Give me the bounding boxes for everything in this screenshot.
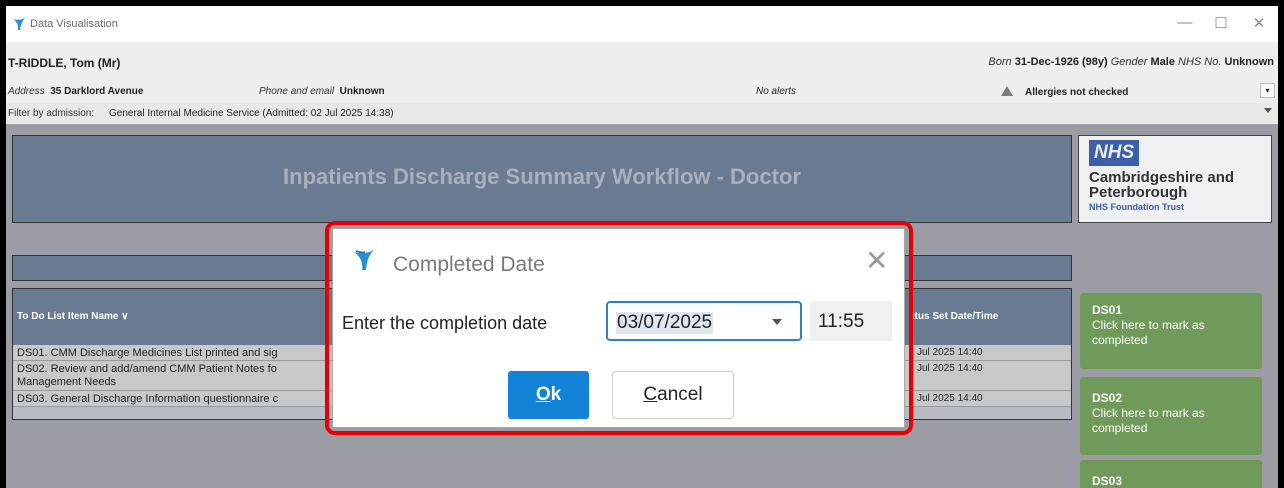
warning-icon [1001,86,1013,96]
nhs-org-line1: Cambridgeshire and [1089,169,1235,186]
admission-filter[interactable]: Filter by admission: General Internal Me… [6,103,1278,123]
task-card-ds01[interactable]: DS01 Click here to mark as completed [1080,293,1262,369]
task-card-ds02[interactable]: DS02 Click here to mark as completed [1080,377,1262,455]
date-value[interactable]: 03/07/2025 [616,312,714,334]
card-text: Click here to mark as completed [1092,318,1205,347]
born-label: Born [988,56,1012,68]
nhs-logo-panel: NHS Cambridgeshire and Peterborough NHS … [1078,135,1272,223]
title-bar: Data Visualisation — ☐ ✕ [6,6,1278,42]
close-window-button[interactable]: ✕ [1244,14,1274,32]
nhs-org-line2: Peterborough [1089,184,1188,201]
nhs-logo: NHS [1089,140,1140,166]
column-header-status-date[interactable]: atus Set Date/Time [909,311,998,322]
completion-date-label: Enter the completion date [342,313,548,333]
phone-value: Unknown [339,86,385,97]
app-logo-icon [354,250,374,270]
column-header-name[interactable]: To Do List Item Name ∨ [17,311,129,322]
nhs-trust-name: NHS Foundation Trust [1089,202,1184,212]
row-item-name-line2: Management Needs [17,376,117,388]
nhs-number-value: Unknown [1224,56,1275,68]
card-id: DS03 [1092,474,1123,488]
cancel-accelerator: C [643,384,658,405]
alerts-status[interactable]: No alerts [756,86,796,97]
app-logo-icon [13,18,25,30]
dialog-title: Completed Date [393,253,545,276]
gender-value: Male [1150,56,1175,68]
card-id: DS02 [1092,391,1123,405]
allergy-text: Allergies not checked [1025,87,1129,98]
row-status-date: Jul 2025 14:40 [917,363,983,374]
patient-details-row: Address 35 Darklord Avenue Phone and ema… [6,83,1278,101]
banner-expand-button[interactable]: ▾ [1260,83,1275,98]
card-id: DS01 [1092,303,1123,317]
filter-value[interactable]: General Internal Medicine Service (Admit… [109,108,394,119]
cancel-label-rest: ancel [657,384,703,405]
allergy-status[interactable]: Allergies not checked [1001,86,1128,98]
page-title: Inpatients Discharge Summary Workflow - … [283,164,801,189]
cancel-button[interactable]: Cancel [612,371,734,419]
nhs-number-label: NHS No. [1178,56,1222,68]
phone-email: Phone and email Unknown [259,86,385,97]
maximize-button[interactable]: ☐ [1206,14,1236,32]
gender-label: Gender [1110,56,1148,68]
address-value: 35 Darklord Avenue [50,86,144,97]
patient-banner: T-RIDDLE, Tom (Mr) Born 31-Dec-1926 (98y… [6,42,1278,124]
patient-demographics: Born 31-Dec-1926 (98y) Gender Male NHS N… [988,56,1274,68]
phone-label: Phone and email [259,86,335,97]
chevron-down-icon[interactable] [772,319,782,325]
address: Address 35 Darklord Avenue [8,86,143,97]
completion-date-picker[interactable]: 03/07/2025 [606,301,802,341]
ok-button[interactable]: Ok [508,371,589,419]
row-status-date: Jul 2025 14:40 [917,347,983,358]
completion-time-field[interactable]: 11:55 [810,301,892,341]
minimize-button[interactable]: — [1170,14,1200,31]
ok-label-rest: k [550,384,562,405]
workflow-header-panel: Inpatients Discharge Summary Workflow - … [12,135,1072,223]
task-card-ds03[interactable]: DS03 [1080,460,1262,488]
completed-date-dialog: Completed Date ✕ Enter the completion da… [332,228,905,428]
patient-name: T-RIDDLE, Tom (Mr) [8,56,121,70]
ok-accelerator: O [535,384,551,405]
row-status-date: Jul 2025 14:40 [917,393,983,404]
window-title: Data Visualisation [30,18,118,30]
row-item-name-line1: DS02. Review and add/amend CMM Patient N… [17,363,277,375]
close-icon[interactable]: ✕ [865,247,888,275]
chevron-down-icon[interactable] [1264,108,1272,113]
born-value: 31-Dec-1926 (98y) [1014,56,1108,68]
nhs-organisation: Cambridgeshire and Peterborough [1089,170,1234,200]
address-label: Address [8,86,45,97]
time-value[interactable]: 11:55 [818,311,864,333]
card-text: Click here to mark as completed [1092,406,1205,435]
filter-label: Filter by admission: [8,108,95,119]
